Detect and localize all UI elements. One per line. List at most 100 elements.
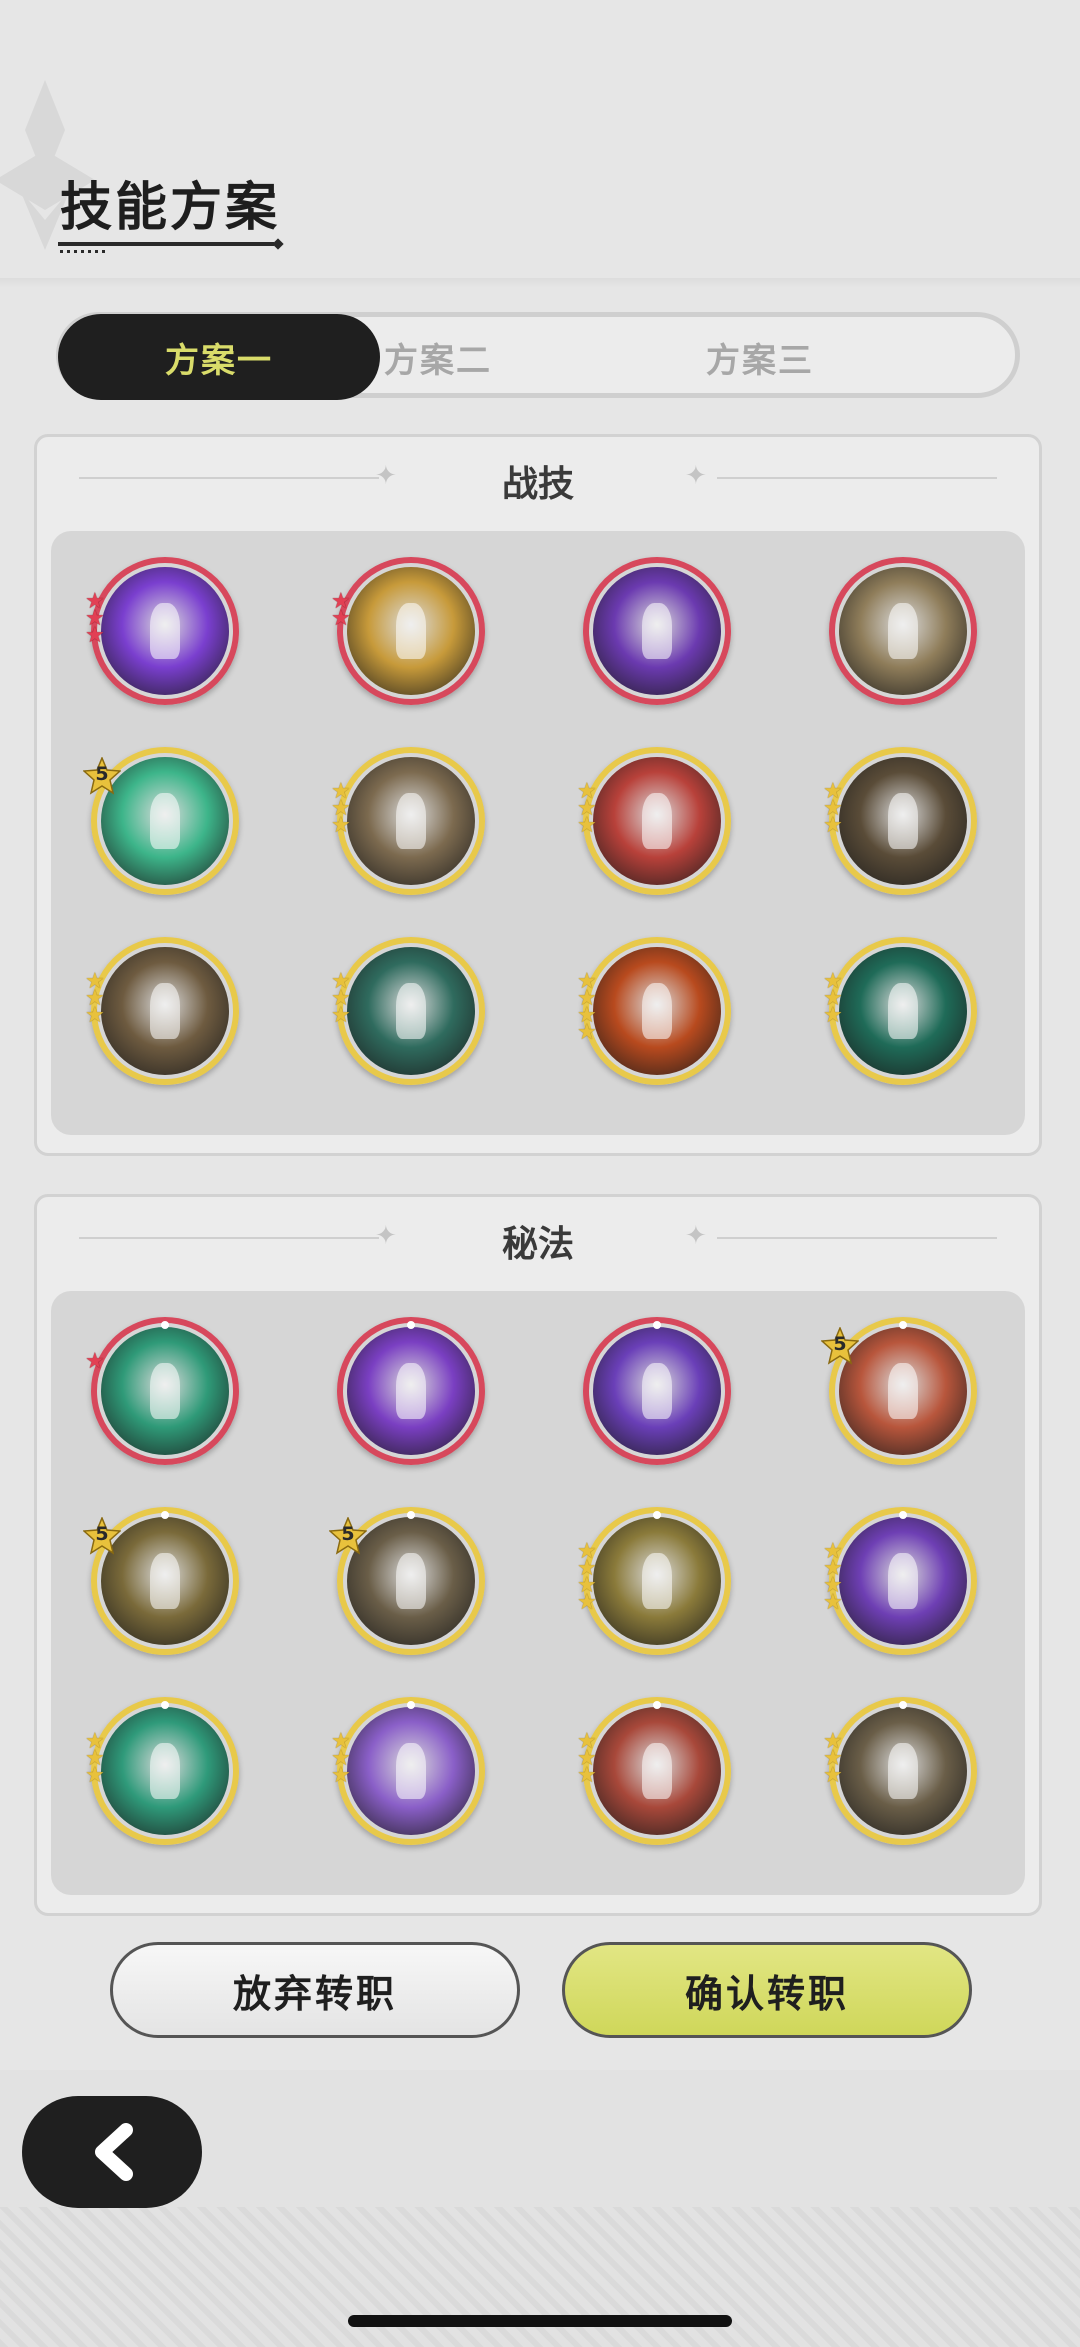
socket-pip: [899, 1511, 907, 1519]
level-badge: 5: [82, 756, 122, 795]
skill-artwork: [347, 1327, 475, 1455]
green-rising-arrows-skill-icon[interactable]: 5: [82, 747, 239, 895]
socket-pip: [161, 1321, 169, 1329]
web-net-skill-icon[interactable]: ★ ★ ★: [331, 937, 485, 1085]
purple-heart-burst-skill-icon[interactable]: ★ ★ ★: [85, 557, 239, 705]
sparkle-icon: ✦: [685, 461, 707, 491]
panel-header: ✦ 战技 ✦: [37, 437, 1039, 523]
star-icon: ★: [823, 1763, 843, 1788]
plan-tabs: 方案一 方案二 方案三: [56, 312, 1020, 400]
star-icon: ★: [85, 623, 105, 648]
section-title-arcane: 秘法: [501, 1224, 574, 1265]
stone-spikes-skill-icon[interactable]: ★ ★ ★: [331, 747, 485, 895]
socket-pip: [161, 1511, 169, 1519]
skill-artwork: [347, 947, 475, 1075]
star-icon: ★: [85, 1003, 105, 1028]
star-icon: ★: [577, 1590, 597, 1615]
star-icon: ★: [331, 606, 351, 631]
purple-mind-skill-icon[interactable]: ★ ★ ★: [331, 1697, 485, 1845]
divider-line: [717, 477, 997, 479]
star-icon: ★: [85, 1349, 105, 1374]
home-indicator: [348, 2315, 732, 2327]
star-icon: ★: [823, 1590, 843, 1615]
skill-artwork: [347, 757, 475, 885]
back-button[interactable]: [22, 2096, 202, 2208]
title-underline: [58, 242, 274, 246]
skill-artwork: [347, 567, 475, 695]
rank-stars: ★ ★ ★ ★: [823, 1541, 843, 1615]
star-icon: ★: [331, 813, 351, 838]
rank-stars: ★ ★ ★: [577, 781, 597, 838]
arcane-skill-grid: ★ 5 5 5 ★ ★ ★ ★ ★ ★ ★ ★ ★ ★ ★ ★ ★ ★ ★ ★ ★ ★ ★ ★: [51, 1291, 1025, 1895]
grasping-hand-skill-icon[interactable]: [829, 557, 977, 705]
rank-stars: ★ ★ ★: [331, 1731, 351, 1788]
tab-plan-3[interactable]: 方案三: [599, 314, 921, 400]
socket-pip: [407, 1511, 415, 1519]
fire-arc-skill-icon[interactable]: ★ ★ ★ ★: [577, 937, 731, 1085]
socket-pip: [653, 1321, 661, 1329]
maple-leaf-skill-icon[interactable]: 5: [328, 1507, 485, 1655]
socket-pip: [653, 1701, 661, 1709]
red-armor-skill-icon[interactable]: ★ ★ ★: [577, 1697, 731, 1845]
star-icon: ★: [85, 1763, 105, 1788]
confirm-job-change-button[interactable]: 确认转职: [562, 1942, 972, 2038]
purple-wolf-skill-icon[interactable]: ★ ★ ★ ★: [823, 1507, 977, 1655]
tab-plan-2[interactable]: 方案二: [277, 314, 599, 400]
star-icon: ★: [577, 813, 597, 838]
skill-artwork: [593, 757, 721, 885]
level-badge: 5: [328, 1516, 368, 1555]
skill-artwork: [839, 757, 967, 885]
socket-pip: [407, 1701, 415, 1709]
star-icon: ★: [331, 1763, 351, 1788]
socket-pip: [407, 1321, 415, 1329]
skill-artwork: [593, 1517, 721, 1645]
beast-head-skill-icon[interactable]: ★ ★ ★: [823, 1697, 977, 1845]
green-dagger-skill-icon[interactable]: ★ ★ ★: [85, 1697, 239, 1845]
skill-artwork: [101, 1707, 229, 1835]
all-seeing-eye-skill-icon[interactable]: ★ ★ ★ ★: [577, 1507, 731, 1655]
dust-strike-skill-icon[interactable]: ★ ★ ★: [85, 937, 239, 1085]
rank-stars: ★ ★ ★: [85, 1731, 105, 1788]
figure-aura-skill-icon[interactable]: [583, 1317, 731, 1465]
rank-stars: ★ ★ ★: [85, 591, 105, 648]
rank-stars: ★ ★: [331, 591, 351, 631]
star-icon: ★: [577, 1763, 597, 1788]
rank-stars: ★ ★ ★: [331, 971, 351, 1028]
rank-stars: ★ ★ ★: [85, 971, 105, 1028]
divider-line: [717, 1237, 997, 1239]
golden-slash-skill-icon[interactable]: ★ ★: [331, 557, 485, 705]
header-separator: [0, 278, 1080, 288]
heal-plus-skill-icon[interactable]: ★: [85, 1317, 239, 1465]
rank-stars: ★ ★ ★: [823, 1731, 843, 1788]
crescent-blade-skill-icon[interactable]: ★ ★ ★: [823, 747, 977, 895]
combat-skills-panel: ✦ 战技 ✦ ★ ★ ★ ★ ★ 5 ★ ★ ★ ★ ★ ★ ★ ★ ★ ★ ★ ★ ★ ★ ★ ★ ★ ★ ★ ★ ★ ★: [34, 434, 1042, 1156]
socket-pip: [899, 1701, 907, 1709]
red-sword-raise-skill-icon[interactable]: ★ ★ ★: [577, 747, 731, 895]
skill-artwork: [101, 947, 229, 1075]
level-badge: 5: [820, 1326, 860, 1365]
socket-pip: [161, 1701, 169, 1709]
level-badge: 5: [82, 1516, 122, 1555]
chevron-left-icon: [95, 2123, 133, 2181]
skill-artwork: [593, 947, 721, 1075]
rank-stars: ★ ★ ★: [823, 781, 843, 837]
rank-stars: ★ ★ ★ ★: [577, 971, 597, 1044]
rank-stars: ★ ★ ★ ★: [577, 1541, 597, 1615]
star-icon: ★: [331, 1003, 351, 1028]
purple-claw-skill-icon[interactable]: [583, 557, 731, 705]
green-greatsword-skill-icon[interactable]: ★ ★ ★: [823, 937, 977, 1085]
skill-artwork: [839, 947, 967, 1075]
skill-artwork: [347, 1707, 475, 1835]
red-beast-skill-icon[interactable]: 5: [820, 1317, 977, 1465]
title-dots: [60, 250, 106, 253]
skill-artwork: [839, 567, 967, 695]
skill-artwork: [839, 1707, 967, 1835]
abandon-job-change-button[interactable]: 放弃转职: [110, 1942, 520, 2038]
golem-skill-icon[interactable]: 5: [82, 1507, 239, 1655]
purple-flame-skill-icon[interactable]: [337, 1317, 485, 1465]
skill-artwork: [101, 567, 229, 695]
rank-stars: ★: [85, 1349, 105, 1374]
rank-stars: ★ ★ ★: [577, 1731, 597, 1788]
skill-artwork: [593, 567, 721, 695]
section-title-combat: 战技: [501, 464, 574, 505]
